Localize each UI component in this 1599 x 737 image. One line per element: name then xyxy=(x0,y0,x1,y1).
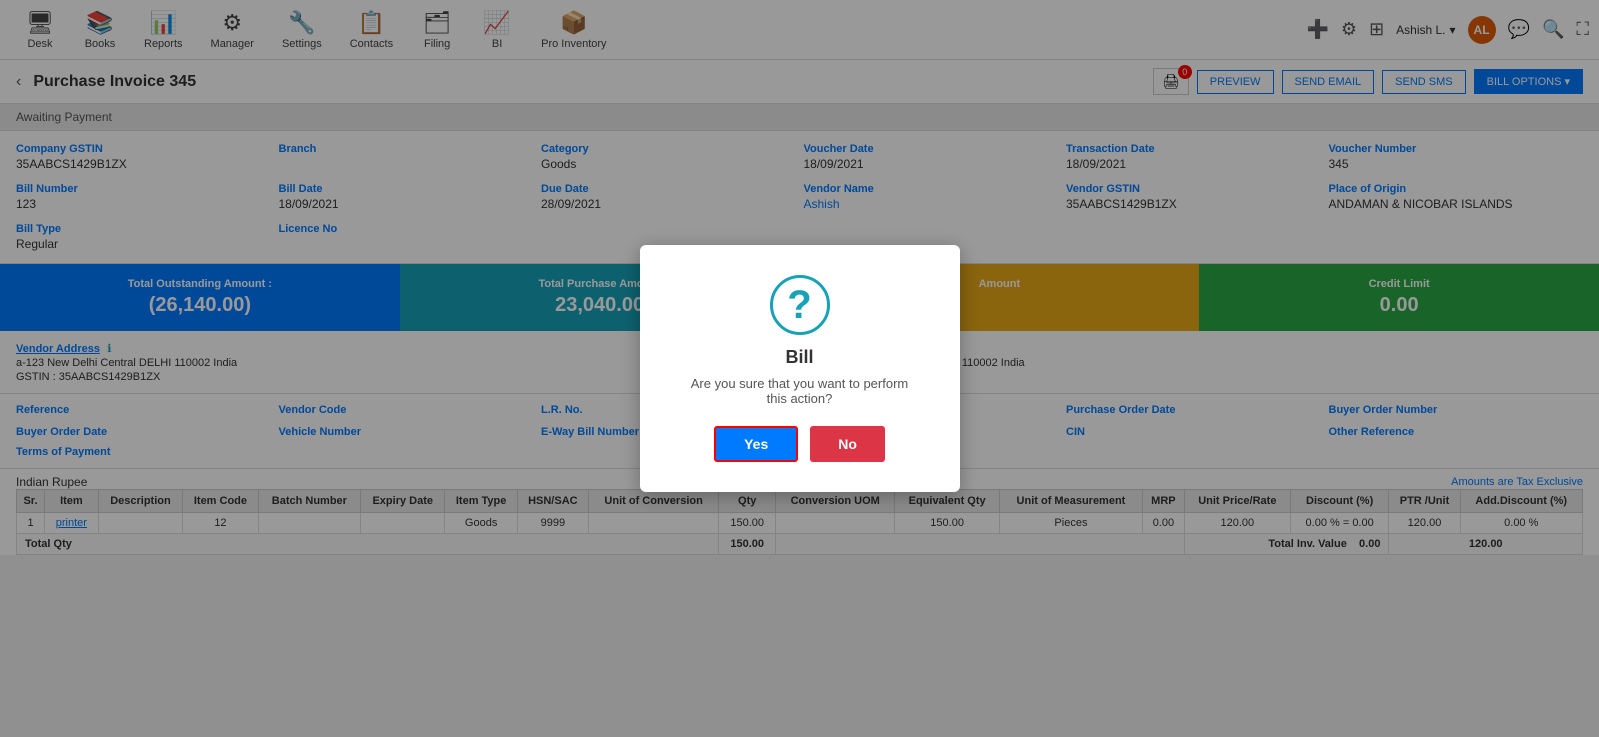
modal-yes-button[interactable]: Yes xyxy=(714,426,798,462)
modal-overlay: ? Bill Are you sure that you want to per… xyxy=(0,0,1599,737)
modal-no-button[interactable]: No xyxy=(810,426,885,462)
modal-buttons: Yes No xyxy=(680,426,920,462)
modal-box: ? Bill Are you sure that you want to per… xyxy=(640,245,960,492)
modal-question-icon: ? xyxy=(770,275,830,335)
modal-title: Bill xyxy=(680,347,920,368)
modal-message: Are you sure that you want to perform th… xyxy=(680,376,920,406)
